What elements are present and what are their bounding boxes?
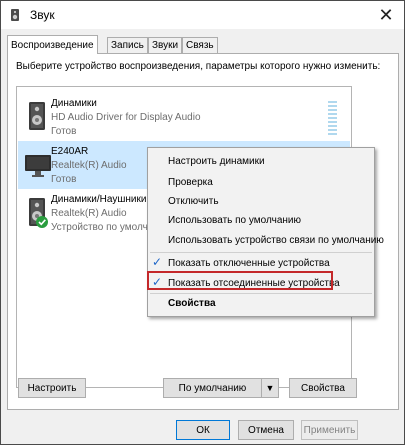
menu-item-set-default[interactable]: Использовать по умолчанию bbox=[168, 215, 301, 226]
tab-sounds[interactable]: Звуки bbox=[148, 37, 183, 53]
menu-item-set-default-communication[interactable]: Использовать устройство связи по умолчан… bbox=[168, 235, 384, 246]
title-bar: Звук ✕ bbox=[1, 1, 404, 29]
apply-button[interactable]: Применить bbox=[301, 420, 358, 440]
tab-recording[interactable]: Запись bbox=[107, 37, 148, 53]
monitor-icon bbox=[24, 149, 52, 181]
device-driver: Realtek(R) Audio bbox=[51, 208, 127, 219]
menu-item-properties[interactable]: Свойства bbox=[168, 298, 216, 309]
highlight-box bbox=[147, 271, 333, 290]
device-driver: Realtek(R) Audio bbox=[51, 160, 127, 171]
tab-playback[interactable]: Воспроизведение bbox=[7, 35, 98, 54]
context-menu: Настроить динамики Проверка Отключить Ис… bbox=[147, 147, 384, 317]
cancel-button[interactable]: Отмена bbox=[238, 420, 294, 440]
device-item[interactable]: Динамики HD Audio Driver for Display Aud… bbox=[18, 93, 350, 141]
dropdown-arrow-icon: ▼ bbox=[265, 383, 275, 393]
sound-app-icon bbox=[8, 8, 22, 22]
speaker-default-icon bbox=[24, 197, 52, 229]
device-status: Готов bbox=[51, 174, 77, 185]
menu-item-test[interactable]: Проверка bbox=[168, 177, 213, 188]
speaker-icon bbox=[24, 101, 52, 133]
menu-item-disable[interactable]: Отключить bbox=[168, 196, 219, 207]
device-name: E240AR bbox=[51, 146, 89, 157]
close-icon: ✕ bbox=[378, 5, 394, 25]
volume-meter bbox=[328, 101, 337, 135]
menu-separator bbox=[150, 252, 372, 253]
device-driver: HD Audio Driver for Display Audio bbox=[51, 112, 201, 123]
set-default-button[interactable]: По умолчанию bbox=[163, 378, 262, 398]
properties-button[interactable]: Свойства bbox=[289, 378, 357, 398]
menu-item-show-disabled[interactable]: Показать отключенные устройства bbox=[168, 258, 330, 269]
device-name: Динамики bbox=[51, 98, 97, 109]
check-icon: ✓ bbox=[152, 255, 163, 269]
instructions-text: Выберите устройство воспроизведения, пар… bbox=[16, 61, 381, 72]
menu-separator bbox=[150, 293, 372, 294]
close-button[interactable]: ✕ bbox=[376, 5, 396, 25]
tab-communications[interactable]: Связь bbox=[182, 37, 218, 53]
window-title: Звук bbox=[30, 8, 55, 22]
device-status: Готов bbox=[51, 126, 77, 137]
device-name: Динамики/Наушники bbox=[51, 194, 147, 205]
ok-button[interactable]: ОК bbox=[176, 420, 230, 440]
configure-button[interactable]: Настроить bbox=[18, 378, 86, 398]
menu-item-configure-speakers[interactable]: Настроить динамики bbox=[168, 156, 265, 167]
set-default-dropdown[interactable]: ▼ bbox=[261, 378, 279, 398]
